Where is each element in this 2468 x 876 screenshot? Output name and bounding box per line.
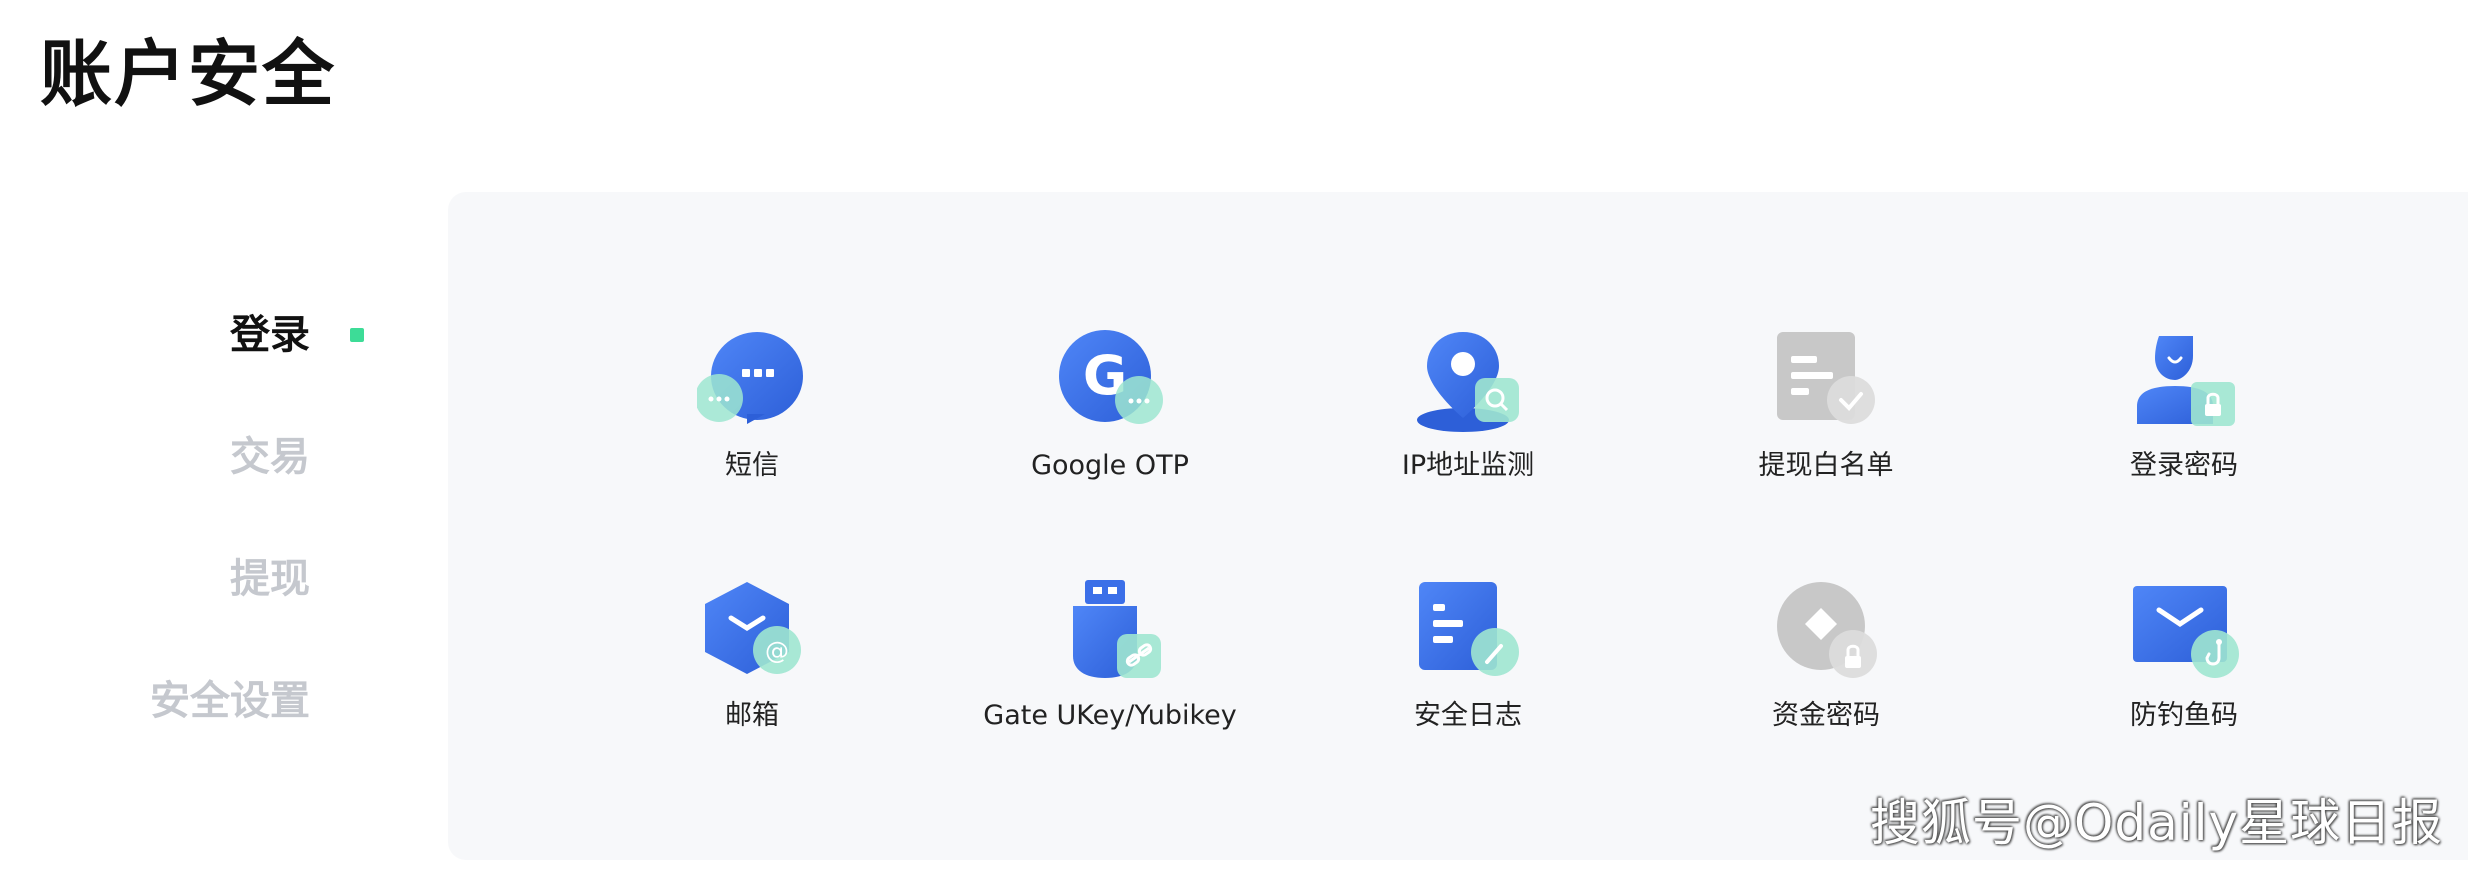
feature-withdraw-whitelist[interactable]: 提现白名单 — [1666, 328, 1986, 518]
feature-ip-monitor[interactable]: IP地址监测 — [1308, 328, 1628, 518]
feature-label: 安全日志 — [1414, 700, 1522, 731]
svg-text:@: @ — [765, 637, 789, 665]
user-lock-icon — [2129, 328, 2239, 438]
feature-login-password[interactable]: 登录密码 — [2024, 328, 2344, 518]
location-pin-icon — [1413, 328, 1523, 438]
feature-label: Google OTP — [1031, 450, 1189, 481]
feature-label: IP地址监测 — [1401, 450, 1535, 481]
feature-label: 登录密码 — [2130, 450, 2238, 481]
feature-anti-phishing-code[interactable]: 防钓鱼码 — [2024, 578, 2344, 768]
watermark: 搜狐号@Odaily星球日报 — [1870, 794, 2444, 852]
active-indicator-dot — [350, 328, 364, 342]
feature-label: 资金密码 — [1772, 700, 1880, 731]
chat-bubble-icon — [697, 328, 807, 438]
usb-key-icon — [1055, 578, 1165, 688]
sidebar-item-trade[interactable]: 交易 — [230, 422, 310, 492]
feature-label: 防钓鱼码 — [2130, 700, 2238, 731]
anti-phishing-mail-icon — [2129, 578, 2239, 688]
security-features-panel: 短信 G Google OTP IP地址监测 提现白名单 登录密码 @ 邮箱 G… — [448, 192, 2468, 860]
feature-security-log[interactable]: 安全日志 — [1308, 578, 1628, 768]
feature-google-otp[interactable]: G Google OTP — [950, 328, 1270, 518]
feature-label: 邮箱 — [725, 700, 779, 731]
feature-label: 提现白名单 — [1758, 450, 1894, 481]
feature-label: 短信 — [725, 450, 779, 481]
email-box-icon: @ — [697, 578, 807, 688]
feature-ukey[interactable]: Gate UKey/Yubikey — [950, 578, 1270, 768]
feature-email[interactable]: @ 邮箱 — [592, 578, 912, 768]
google-icon: G — [1055, 328, 1165, 438]
feature-sms[interactable]: 短信 — [592, 328, 912, 518]
whitelist-doc-icon — [1771, 328, 1881, 438]
sidebar-item-withdraw[interactable]: 提现 — [230, 544, 310, 614]
feature-fund-password[interactable]: 资金密码 — [1666, 578, 1986, 768]
page-title: 账户安全 — [40, 32, 337, 116]
fund-lock-icon — [1771, 578, 1881, 688]
sidebar-item-security-settings[interactable]: 安全设置 — [150, 666, 310, 736]
feature-label: Gate UKey/Yubikey — [983, 700, 1237, 731]
log-document-icon — [1413, 578, 1523, 688]
sidebar-item-login[interactable]: 登录 — [230, 300, 310, 370]
